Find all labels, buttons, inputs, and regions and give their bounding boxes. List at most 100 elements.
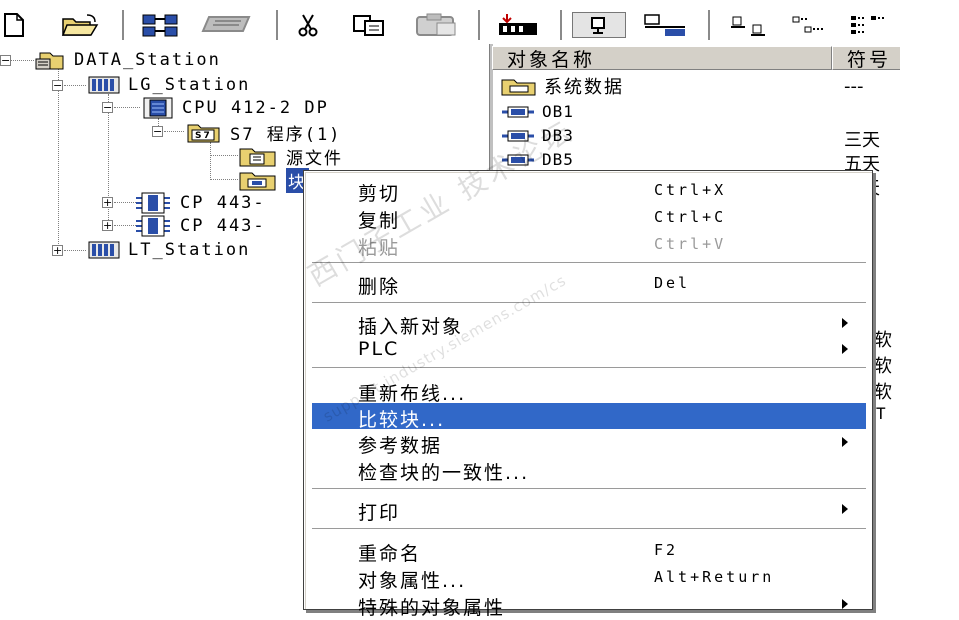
list-view-icon[interactable] [846,12,894,38]
submenu-arrow-icon [842,318,848,328]
list-item-symbol-partial: 软 [874,382,892,403]
list-item-name: OB1 [542,102,574,121]
svg-text:S7: S7 [195,131,212,141]
list-item-symbol-partial: 软 [874,356,892,377]
tree-label: LG_Station [128,75,251,95]
toolbar-separator [122,10,125,40]
menu-separator [312,262,866,264]
tree-node-cp2[interactable]: CP 443- [134,214,266,238]
menu-item-reference-data[interactable]: 参考数据 [312,429,866,457]
menu-item-rename[interactable]: 重命名 F2 [312,537,866,565]
collapse-toggle[interactable]: − [52,80,63,91]
cp-module-icon [134,192,172,214]
menu-item-copy[interactable]: 复制 Ctrl+C [312,204,866,232]
menu-separator [312,528,866,530]
menu-item-label: 比较块... [358,409,446,431]
menu-item-label: 复制 [358,210,401,232]
list-item-symbol-partial: T [876,404,886,423]
menu-item-label: 检查块的一致性... [358,462,530,484]
tree-connector [64,85,86,86]
menu-item-shortcut: Ctrl+X [654,181,727,199]
cut-icon[interactable] [294,12,322,38]
list-item-db5[interactable]: DB5 [500,148,574,171]
network-icon[interactable] [138,12,186,38]
paste-icon[interactable] [412,12,464,38]
cpu-module-icon [142,97,174,119]
tree-node-sources[interactable]: 源文件 [238,144,343,169]
menu-item-object-properties[interactable]: 对象属性... Alt+Return [312,564,866,592]
toolbar-separator [560,10,563,40]
list-item-name: DB3 [542,126,574,145]
menu-item-plc[interactable]: PLC [312,336,866,362]
menu-item-label: 删除 [358,276,401,298]
list-item-name: 系统数据 [544,76,624,98]
toolbar-separator [478,10,481,40]
menu-item-paste[interactable]: 粘贴 Ctrl+V [312,231,866,259]
toolbar-separator [276,10,279,40]
menu-item-insert-new-object[interactable]: 插入新对象 [312,310,866,338]
open-icon[interactable] [60,12,100,38]
menu-item-label: 对象属性... [358,570,467,592]
menu-item-label: 参考数据 [358,435,443,457]
tree-connector [64,250,86,251]
expand-toggle[interactable]: + [102,197,113,208]
menu-item-shortcut: F2 [654,541,679,559]
menu-item-delete[interactable]: 删除 Del [312,270,866,298]
list-item-ob1[interactable]: OB1 [500,100,574,123]
tree-label: 源文件 [286,148,343,169]
small-icons-icon[interactable] [786,12,834,38]
list-item-symbol: --- [844,76,864,97]
tree-node-s7-program[interactable]: S7 S7 程序(1) [186,120,341,145]
expand-toggle[interactable]: + [52,245,63,256]
tree-connector [114,107,140,108]
source-folder-icon [238,145,278,167]
menu-separator [312,302,866,304]
menu-item-shortcut: Alt+Return [654,568,775,586]
expand-toggle[interactable]: + [102,220,113,231]
project-icon [34,49,66,71]
menu-separator [312,488,866,490]
tree-label: CP 443- [180,193,266,213]
tree-node-blocks[interactable]: 块 [238,167,309,193]
menu-item-cut[interactable]: 剪切 Ctrl+X [312,177,866,205]
tree-connector [164,131,184,132]
menu-item-print[interactable]: 打印 [312,496,866,524]
menu-item-special-object-properties[interactable]: 特殊的对象属性 [312,591,866,619]
download-icon[interactable] [494,12,542,38]
collapse-toggle[interactable]: − [152,126,163,137]
list-item-symbol: 三天 [844,130,880,151]
tree-label: LT_Station [128,240,251,260]
station-icon [88,240,120,260]
menu-item-shortcut: Del [654,274,691,292]
memory-card-icon[interactable] [200,12,256,38]
menu-item-rewire[interactable]: 重新布线... [312,377,866,405]
menu-item-label: 特殊的对象属性 [358,597,506,619]
online-icon[interactable] [572,12,626,38]
tree-connector [58,68,59,244]
list-item-system-data[interactable]: 系统数据 [500,74,624,98]
menu-item-shortcut: Ctrl+V [654,235,727,253]
menu-item-compare-blocks[interactable]: 比较块... [312,403,866,431]
collapse-toggle[interactable]: − [0,55,11,66]
menu-separator [312,367,866,369]
tree-node-lt-station[interactable]: LT_Station [88,238,250,262]
tree-connector [210,179,238,180]
copy-icon[interactable] [350,12,390,38]
accessible-nodes-icon[interactable] [640,12,694,38]
menu-item-label: 剪切 [358,183,401,205]
tree-node-lg-station[interactable]: LG_Station [88,73,250,97]
menu-item-check-block-consistency[interactable]: 检查块的一致性... [312,456,866,484]
tree-node-data-station[interactable]: DATA_Station [34,48,221,72]
submenu-arrow-icon [842,344,848,354]
tree-node-cpu[interactable]: CPU 412-2 DP [142,96,329,120]
list-item-db3[interactable]: DB3 [500,124,574,147]
tree-node-cp1[interactable]: CP 443- [134,191,266,215]
column-header-object-name[interactable]: 对象名称 [492,46,832,71]
collapse-toggle[interactable]: − [102,102,113,113]
submenu-arrow-icon [842,437,848,447]
large-icons-icon[interactable] [724,12,772,38]
new-icon[interactable] [0,12,28,38]
column-header-symbol[interactable]: 符号 [832,46,900,71]
menu-item-label: 插入新对象 [358,316,464,338]
menu-item-shortcut: Ctrl+C [654,208,727,226]
